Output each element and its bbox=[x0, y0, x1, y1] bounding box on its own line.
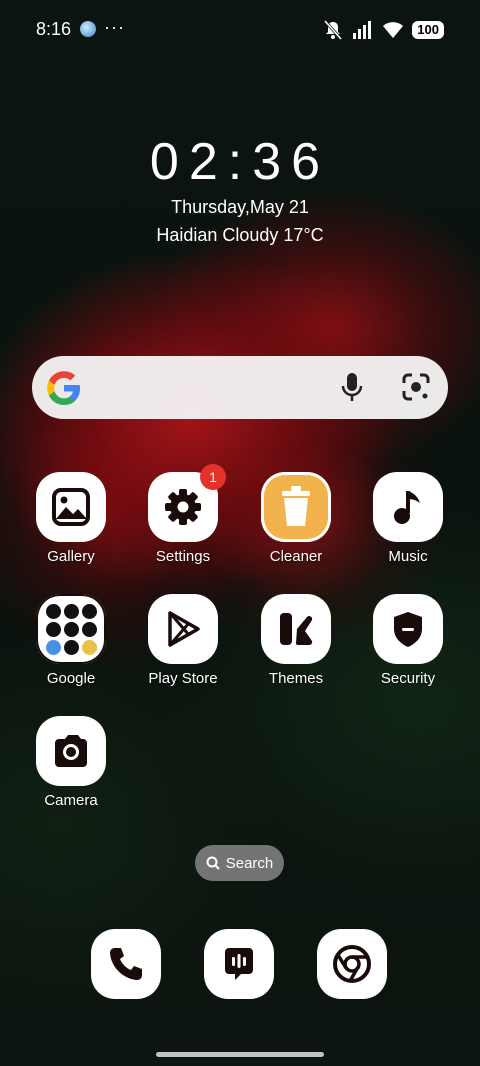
app-label: Play Store bbox=[148, 670, 218, 687]
folder-icon bbox=[36, 594, 106, 664]
app-label: Music bbox=[388, 548, 428, 565]
gear-icon: 1 bbox=[148, 464, 226, 542]
app-camera[interactable]: Camera bbox=[15, 716, 127, 809]
app-settings[interactable]: 1 Settings bbox=[127, 464, 239, 565]
status-bar: 8:16 ··· 100 bbox=[0, 0, 480, 60]
app-label: Themes bbox=[268, 670, 324, 687]
app-label: Gallery bbox=[47, 548, 95, 565]
app-label: Camera bbox=[44, 792, 98, 809]
google-search-bar[interactable] bbox=[32, 356, 448, 419]
app-search-button[interactable]: Search bbox=[195, 845, 284, 881]
signal-icon bbox=[353, 21, 372, 39]
globe-icon bbox=[80, 21, 96, 37]
clock-widget[interactable]: 02:36 bbox=[0, 132, 480, 192]
gallery-icon bbox=[36, 472, 106, 542]
app-themes[interactable]: Themes bbox=[240, 594, 352, 687]
dock-chrome[interactable] bbox=[317, 929, 387, 999]
music-note-icon bbox=[373, 472, 443, 542]
dock-phone[interactable] bbox=[91, 929, 161, 999]
trash-icon bbox=[261, 472, 331, 542]
status-time: 8:16 bbox=[36, 19, 72, 39]
app-music[interactable]: Music bbox=[352, 472, 464, 565]
messages-icon bbox=[225, 948, 253, 980]
shield-icon bbox=[373, 594, 443, 664]
play-store-icon bbox=[148, 594, 218, 664]
app-google-folder[interactable]: Google bbox=[15, 594, 127, 687]
app-label: Settings bbox=[155, 548, 211, 565]
date-text: Thursday,May 21 bbox=[171, 197, 309, 217]
app-gallery[interactable]: Gallery bbox=[15, 472, 127, 565]
dock-messages[interactable] bbox=[204, 929, 274, 999]
search-icon bbox=[206, 856, 220, 870]
notification-badge: 1 bbox=[200, 464, 226, 490]
app-label: Cleaner bbox=[269, 548, 323, 565]
app-label: Security bbox=[380, 670, 436, 687]
app-cleaner[interactable]: Cleaner bbox=[240, 472, 352, 565]
app-play-store[interactable]: Play Store bbox=[127, 594, 239, 687]
themes-icon bbox=[261, 594, 331, 664]
google-logo-icon bbox=[47, 371, 81, 405]
phone-icon bbox=[110, 948, 142, 980]
chrome-icon bbox=[333, 945, 371, 983]
more-notifications-icon: ··· bbox=[104, 17, 125, 37]
battery-icon: 100 bbox=[412, 21, 444, 39]
camera-icon bbox=[36, 716, 106, 786]
search-label: Search bbox=[225, 854, 274, 872]
app-label: Google bbox=[46, 670, 96, 687]
weather-text[interactable]: Haidian Cloudy 17°C bbox=[0, 225, 480, 246]
home-gesture-bar[interactable] bbox=[156, 1052, 324, 1057]
app-security[interactable]: Security bbox=[352, 594, 464, 687]
wifi-icon bbox=[383, 22, 404, 38]
mic-icon[interactable] bbox=[338, 371, 366, 403]
mute-icon bbox=[324, 20, 343, 40]
lens-icon[interactable] bbox=[400, 371, 432, 403]
